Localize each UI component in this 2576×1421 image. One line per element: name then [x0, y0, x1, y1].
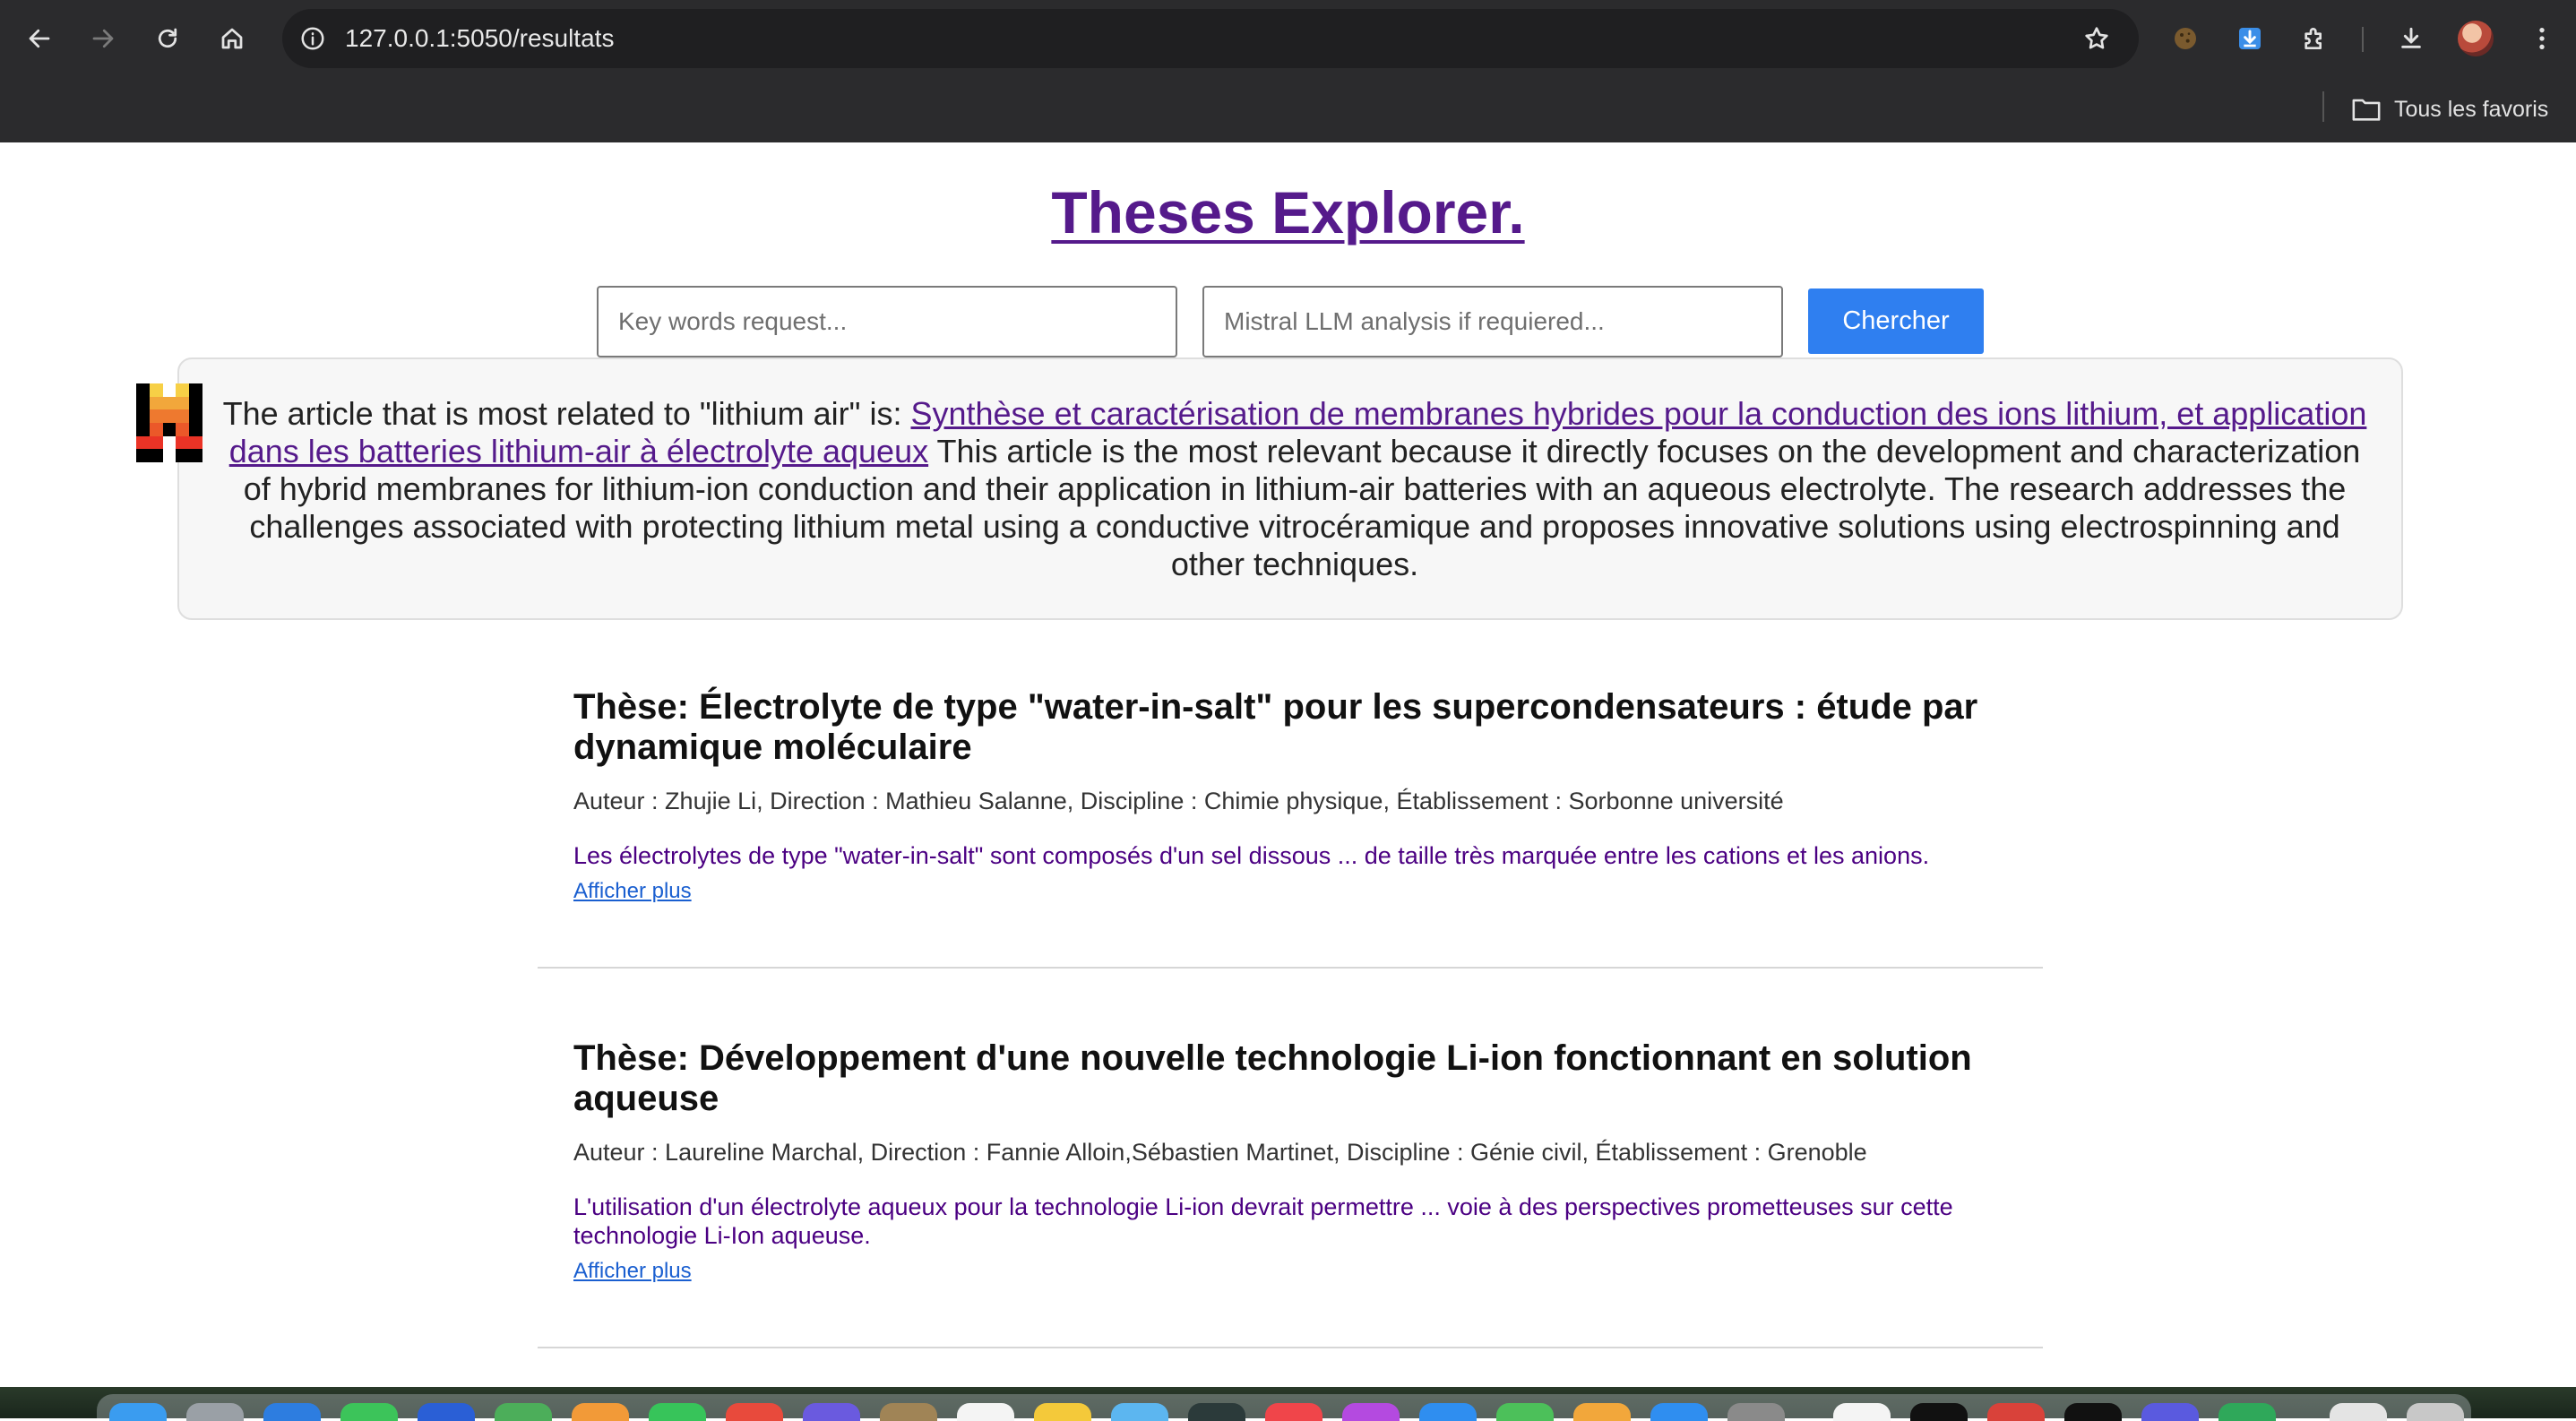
dock-app-icon[interactable] — [1573, 1403, 1631, 1421]
dock-app-icon[interactable] — [340, 1403, 398, 1421]
llm-answer-text: The article that is most related to "lit… — [215, 395, 2374, 583]
result-abstract: L'utilisation d'un électrolyte aqueux po… — [573, 1193, 1953, 1249]
site-title-link[interactable]: Theses Explorer. — [0, 178, 2576, 246]
dock-app-icon[interactable] — [418, 1403, 475, 1421]
result-title: Thèse: Développement d'une nouvelle tech… — [573, 1038, 1972, 1118]
result-meta: Auteur : Zhujie Li, Direction : Mathieu … — [573, 788, 1784, 814]
dock-app-icon[interactable] — [186, 1403, 244, 1421]
profile-avatar[interactable] — [2455, 18, 2496, 59]
dock-app-icon[interactable] — [1910, 1403, 1968, 1421]
llm-analysis-input[interactable] — [1202, 286, 1783, 357]
download-extension-icon[interactable] — [2229, 18, 2270, 59]
star-icon[interactable] — [2080, 22, 2114, 56]
dock-app-icon[interactable] — [649, 1403, 706, 1421]
dock-app-icon[interactable] — [1727, 1403, 1785, 1421]
avatar — [2458, 21, 2494, 56]
back-icon[interactable] — [19, 18, 60, 59]
bookmarks-separator — [2322, 91, 2324, 122]
dock-app-icon[interactable] — [1650, 1403, 1708, 1421]
dock-app-icon[interactable] — [263, 1403, 321, 1421]
dock-app-icon[interactable] — [572, 1403, 629, 1421]
trash-icon[interactable] — [2407, 1403, 2464, 1421]
forward-icon[interactable] — [82, 18, 124, 59]
browser-chrome: 127.0.0.1:5050/resultats Tous les favori… — [0, 0, 2576, 142]
dock-app-icon[interactable] — [1111, 1403, 1168, 1421]
puzzle-icon[interactable] — [2294, 18, 2335, 59]
result-title: Thèse: Électrolyte de type "water-in-sal… — [573, 687, 1978, 767]
results-list: Thèse: Électrolyte de type "water-in-sal… — [538, 687, 2043, 1348]
dock-app-icon[interactable] — [957, 1403, 1014, 1421]
reload-icon[interactable] — [147, 18, 188, 59]
dock-app-icon[interactable] — [2064, 1403, 2122, 1421]
dock-app-icon[interactable] — [880, 1403, 937, 1421]
bookmarks-bar: Tous les favoris — [0, 77, 2576, 142]
cookie-extension-icon[interactable] — [2165, 18, 2206, 59]
dock-app-icon[interactable] — [1188, 1403, 1245, 1421]
page-content: Theses Explorer. Chercher The article th… — [0, 142, 2576, 1387]
bookmarks-folder-all[interactable]: Tous les favoris — [2351, 86, 2548, 133]
show-more-link[interactable]: Afficher plus — [573, 1259, 692, 1284]
result-item: Thèse: Développement d'une nouvelle tech… — [538, 1038, 2043, 1284]
dock-app-icon[interactable] — [803, 1403, 860, 1421]
dock-app-icon[interactable] — [1496, 1403, 1554, 1421]
dock-app-icon[interactable] — [109, 1403, 167, 1421]
dock-app-icon[interactable] — [1342, 1403, 1400, 1421]
dock-app-icon[interactable] — [2330, 1403, 2387, 1421]
home-icon[interactable] — [211, 18, 253, 59]
dock-app-icon[interactable] — [1265, 1403, 1322, 1421]
mistral-logo — [136, 383, 202, 462]
result-divider — [538, 1347, 2043, 1348]
dock-app-icon[interactable] — [495, 1403, 552, 1421]
search-button[interactable]: Chercher — [1808, 289, 1984, 354]
show-more-link[interactable]: Afficher plus — [573, 879, 692, 904]
dock-app-icon[interactable] — [1987, 1403, 2045, 1421]
url-text[interactable]: 127.0.0.1:5050/resultats — [345, 9, 614, 68]
dock-app-icon[interactable] — [2218, 1403, 2276, 1421]
result-item: Thèse: Électrolyte de type "water-in-sal… — [538, 687, 2043, 904]
bookmarks-folder-label: Tous les favoris — [2394, 96, 2549, 122]
dock-app-icon[interactable] — [726, 1403, 783, 1421]
dock-app-icon[interactable] — [1034, 1403, 1091, 1421]
menu-icon[interactable] — [2521, 18, 2563, 59]
address-bar[interactable]: 127.0.0.1:5050/resultats — [282, 9, 2139, 68]
folder-icon — [2352, 99, 2381, 121]
downloads-icon[interactable] — [2391, 18, 2432, 59]
llm-intro: The article that is most related to "lit… — [222, 395, 911, 432]
result-meta: Auteur : Laureline Marchal, Direction : … — [573, 1139, 1867, 1166]
toolbar-separator — [2362, 27, 2364, 52]
dock-app-icon[interactable] — [1833, 1403, 1891, 1421]
browser-toolbar: 127.0.0.1:5050/resultats — [0, 0, 2576, 77]
dock-app-icon[interactable] — [1419, 1403, 1477, 1421]
keywords-search-input[interactable] — [597, 286, 1177, 357]
result-abstract: Les électrolytes de type "water-in-salt"… — [573, 842, 1930, 869]
info-icon[interactable] — [295, 21, 331, 56]
dock-app-icon[interactable] — [2141, 1403, 2199, 1421]
result-divider — [538, 967, 2043, 969]
